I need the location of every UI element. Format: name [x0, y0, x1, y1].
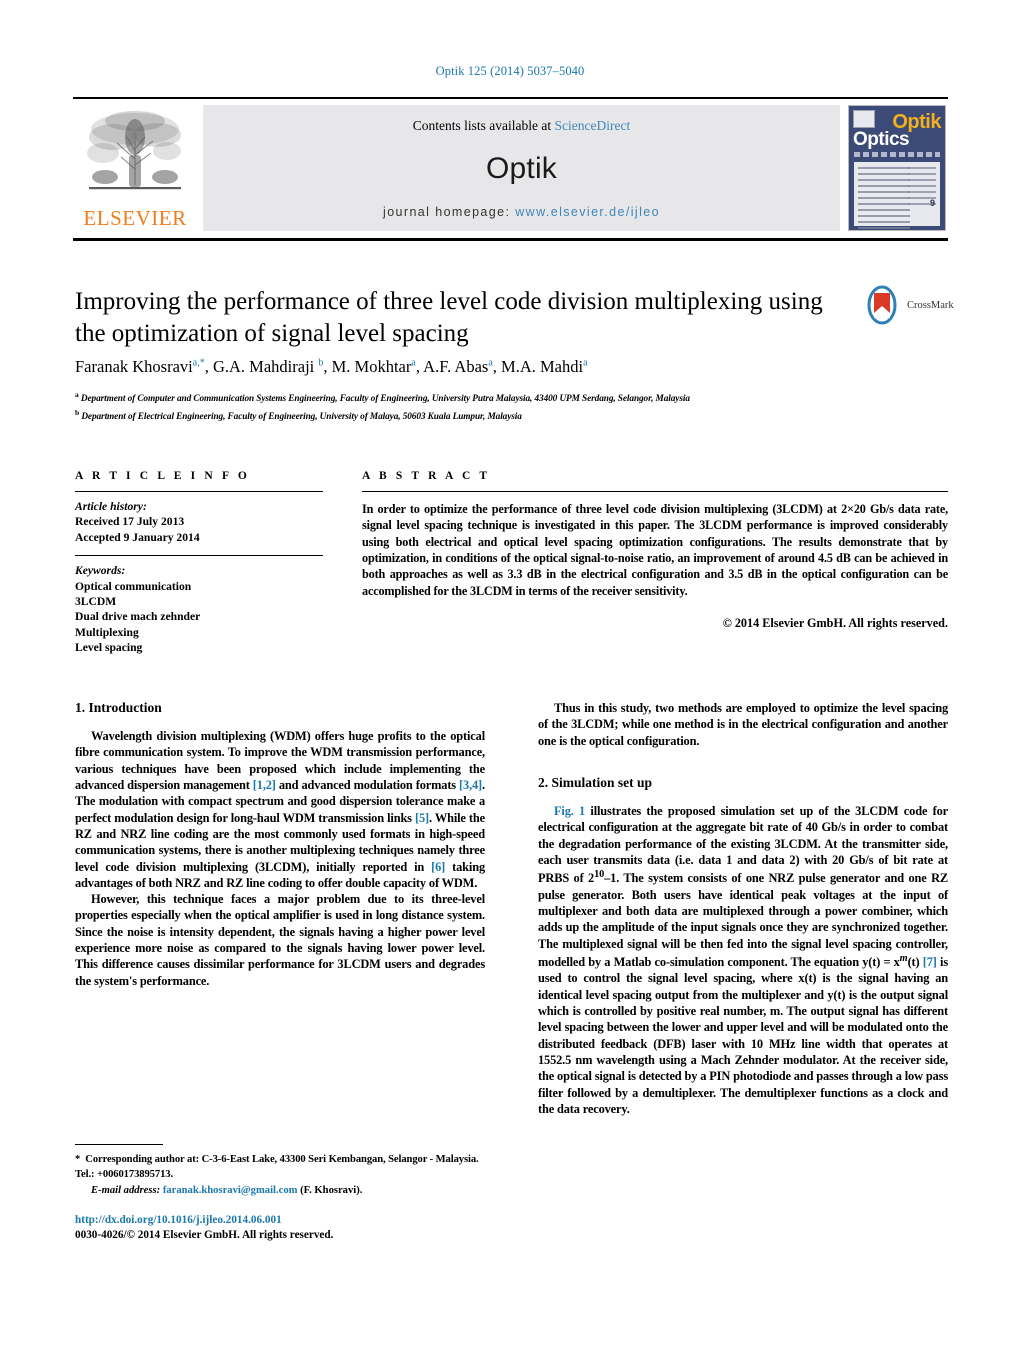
abstract-copyright: © 2014 Elsevier GmbH. All rights reserve…	[722, 616, 948, 631]
cover-text-lines-left	[858, 166, 910, 230]
masthead-center-band: Contents lists available at ScienceDirec…	[203, 104, 840, 231]
footnote-rule	[75, 1144, 163, 1146]
cover-contents-panel: 9	[854, 161, 940, 230]
affiliation-a: a Department of Computer and Communicati…	[75, 390, 690, 405]
homepage-label: journal homepage:	[383, 204, 516, 219]
article-info-rule-2	[75, 554, 323, 557]
footnote-block: * Corresponding author at: C-3-6-East La…	[75, 1144, 487, 1196]
masthead-top-rule	[73, 97, 948, 99]
abstract-rule	[362, 491, 948, 492]
article-history-block: Article history: Received 17 July 2013 A…	[75, 499, 323, 545]
journal-article-page: Optik 125 (2014) 5037–5040 ELSEVIER Cont…	[0, 0, 1020, 1351]
accepted-date: Accepted 9 January 2014	[75, 530, 200, 544]
intro-paragraph-1: Wavelength division multiplexing (WDM) o…	[75, 729, 486, 890]
sciencedirect-link[interactable]: ScienceDirect	[555, 118, 631, 133]
affiliation-a-text: Department of Computer and Communication…	[80, 394, 690, 405]
doi-block: http://dx.doi.org/10.1016/j.ijleo.2014.0…	[75, 1213, 495, 1243]
elsevier-tree-icon	[87, 110, 181, 189]
heading-introduction: 1. Introduction	[75, 700, 162, 715]
heading-simulation-setup: 2. Simulation set up	[538, 774, 653, 790]
simulation-paragraph-1: Fig. 1 illustrates the proposed simulati…	[538, 803, 948, 1116]
body-column-left: 1. Introduction Wavelength division mult…	[75, 700, 485, 989]
intro-paragraph-3: Thus in this study, two methods are empl…	[538, 701, 948, 748]
article-history-label: Article history:	[75, 500, 147, 513]
crossmark-badge[interactable]: CrossMark	[862, 285, 962, 325]
crossmark-label: CrossMark	[907, 299, 954, 311]
affiliations: a Department of Computer and Communicati…	[75, 389, 935, 425]
intro-paragraph-2: However, this technique faces a major pr…	[75, 892, 485, 988]
contents-available-line: Contents lists available at ScienceDirec…	[413, 118, 630, 134]
cover-issue-number: 9	[929, 197, 935, 208]
keyword-item: Optical communication	[75, 579, 192, 593]
received-date: Received 17 July 2013	[75, 515, 185, 529]
article-info-rule-1	[75, 491, 323, 492]
keywords-block: Keywords: Optical communication 3LCDM Du…	[75, 563, 323, 655]
cover-publisher-mark	[853, 109, 875, 128]
journal-cover-thumbnail: Optik Optics 9	[848, 104, 946, 231]
abstract-text: In order to optimize the performance of …	[362, 502, 948, 598]
email-owner: (F. Khosravi).	[300, 1185, 363, 1197]
journal-homepage-line: journal homepage: www.elsevier.de/ijleo	[383, 205, 660, 219]
body-column-right: Thus in this study, two methods are empl…	[538, 700, 948, 1117]
journal-cover-block: Optik Optics 9	[848, 104, 948, 231]
email-link[interactable]: faranak.khosravi@gmail.com	[163, 1185, 298, 1196]
keywords-label: Keywords:	[75, 564, 126, 578]
cover-title-optics: Optics	[853, 128, 910, 150]
elsevier-wordmark: ELSEVIER	[83, 205, 187, 230]
cover-subtitle-band	[854, 151, 940, 157]
journal-masthead: ELSEVIER Contents lists available at Sci…	[73, 97, 948, 241]
keyword-item: Level spacing	[75, 640, 143, 654]
article-info-heading: A R T I C L E I N F O	[75, 470, 250, 482]
author-list: Faranak Khosravia,*, G.A. Mahdiraji b, M…	[75, 357, 588, 376]
contents-prefix: Contents lists available at	[412, 117, 555, 133]
homepage-url-link[interactable]: www.elsevier.de/ijleo	[515, 205, 660, 219]
journal-title: Optik	[485, 152, 558, 185]
email-label: E-mail address:	[91, 1185, 161, 1197]
keyword-item: Multiplexing	[75, 625, 139, 639]
affiliation-b-text: Department of Electrical Engineering, Fa…	[81, 412, 522, 423]
issn-copyright-line: 0030-4026/© 2014 Elsevier GmbH. All righ…	[75, 1229, 334, 1242]
article-info-column: A R T I C L E I N F O Article history: R…	[75, 470, 323, 655]
keyword-item: 3LCDM	[75, 595, 117, 609]
doi-link[interactable]: http://dx.doi.org/10.1016/j.ijleo.2014.0…	[75, 1213, 495, 1228]
email-note: E-mail address: faranak.khosravi@gmail.c…	[75, 1185, 487, 1196]
corresponding-author-note: * Corresponding author at: C-3-6-East La…	[75, 1154, 479, 1181]
masthead-bottom-rule	[73, 237, 948, 241]
affiliation-b: b Department of Electrical Engineering, …	[75, 408, 522, 423]
running-head: Optik 125 (2014) 5037–5040	[435, 64, 585, 78]
keyword-item: Dual drive mach zehnder	[75, 610, 201, 624]
abstract-heading: A B S T R A C T	[362, 470, 491, 482]
crossmark-icon	[867, 285, 897, 325]
page-title: Improving the performance of three level…	[75, 288, 823, 347]
abstract-column: A B S T R A C T In order to optimize the…	[362, 470, 948, 631]
elsevier-logo: ELSEVIER	[73, 105, 197, 231]
